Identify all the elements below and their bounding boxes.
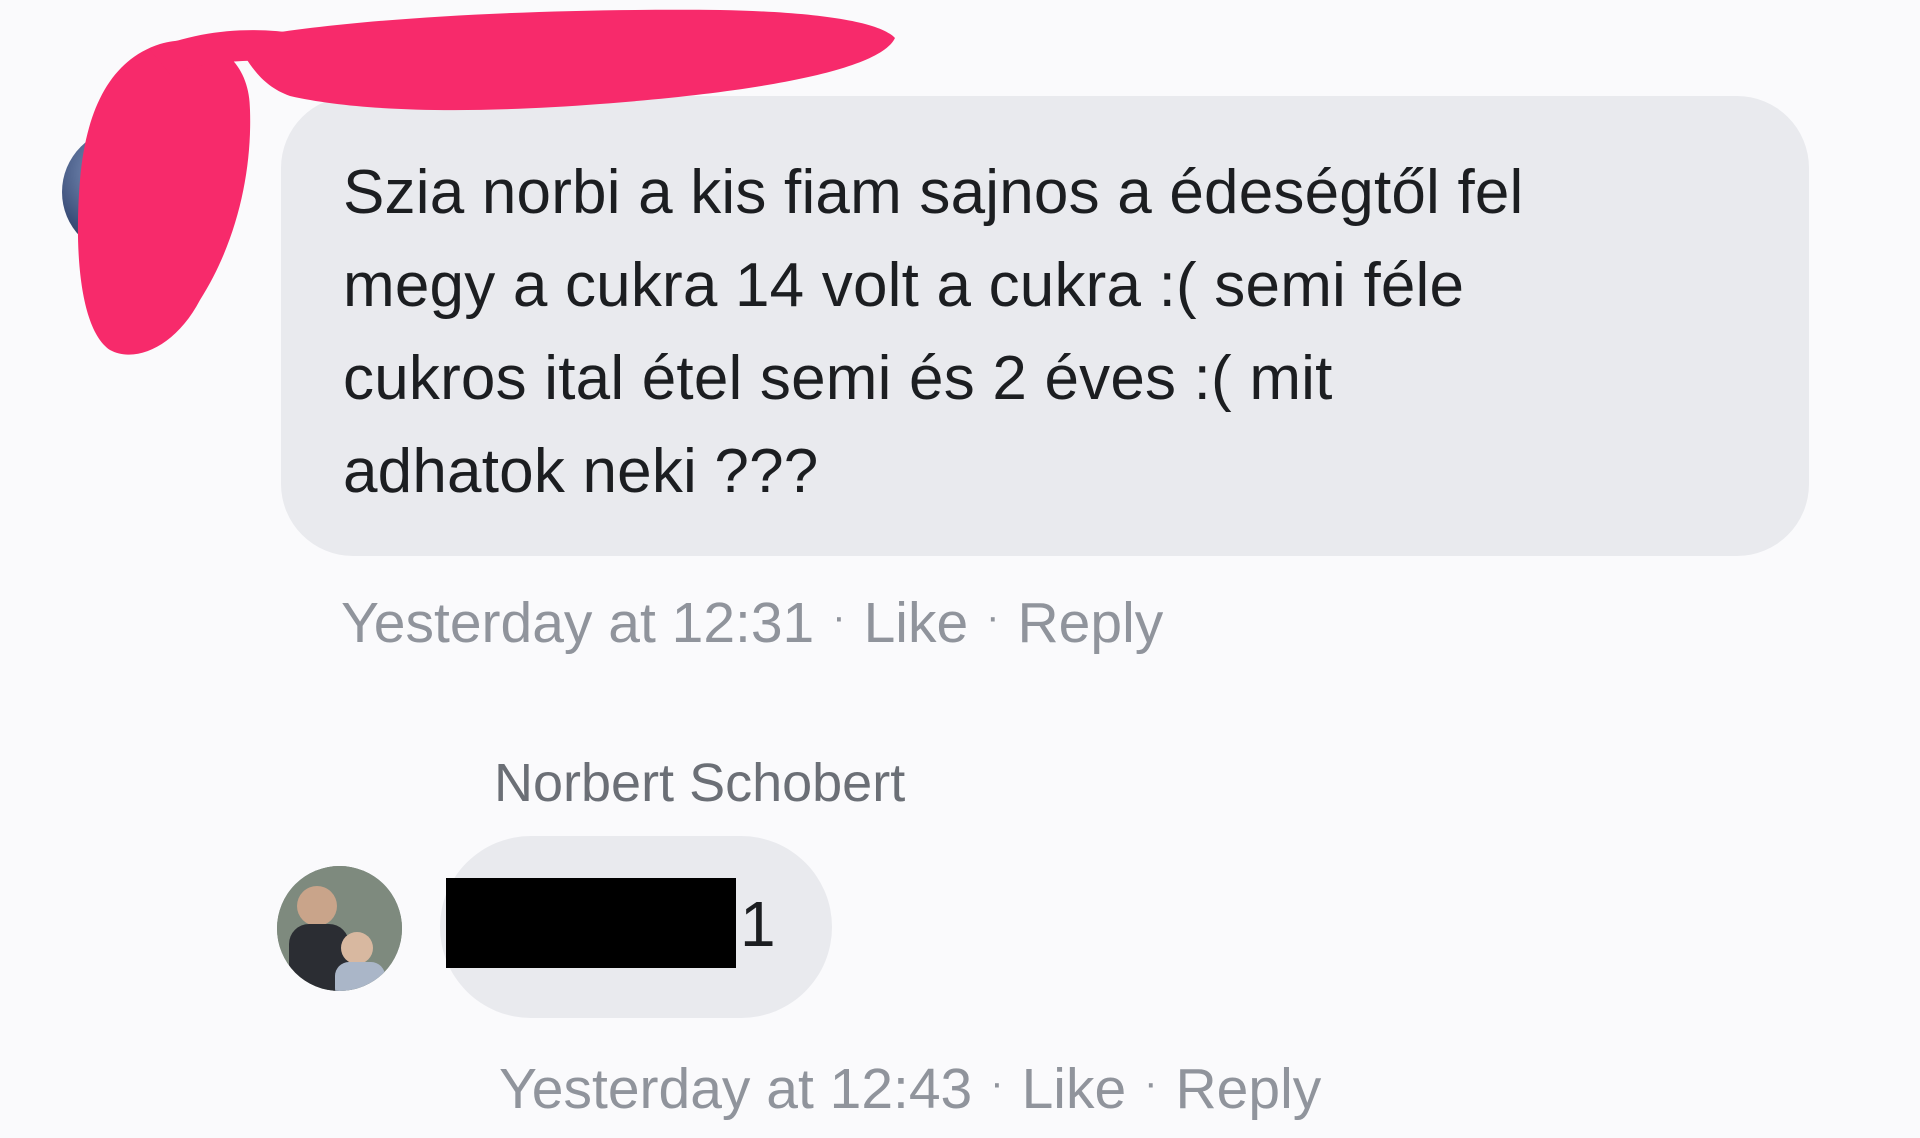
comment-text: Szia norbi a kis fiam sajnos a édeségtől… bbox=[343, 158, 1524, 506]
comment-bubble: Szia norbi a kis fiam sajnos a édeségtől… bbox=[281, 96, 1809, 556]
reply-reply-link[interactable]: Reply bbox=[1176, 1056, 1322, 1122]
reply-meta: Yesterday at 12:43 · Like · Reply bbox=[499, 1056, 1321, 1122]
avatar-photo bbox=[277, 866, 402, 991]
avatar-body-child bbox=[335, 962, 385, 991]
reply-timestamp[interactable]: Yesterday at 12:43 bbox=[499, 1056, 972, 1122]
comment-like-link[interactable]: Like bbox=[864, 590, 969, 656]
commenter-avatar[interactable] bbox=[62, 128, 190, 256]
meta-separator: · bbox=[832, 594, 846, 639]
reply-redaction-box bbox=[446, 878, 736, 968]
reply-author-avatar[interactable] bbox=[277, 866, 402, 991]
avatar-head-main bbox=[297, 886, 337, 926]
redaction-stroke-connector bbox=[150, 30, 300, 75]
reply-like-link[interactable]: Like bbox=[1022, 1056, 1127, 1122]
reply-text: 1 bbox=[740, 888, 776, 960]
reply-author-name[interactable]: Norbert Schobert bbox=[494, 752, 905, 814]
comment-reply-link[interactable]: Reply bbox=[1018, 590, 1164, 656]
comment-timestamp[interactable]: Yesterday at 12:31 bbox=[341, 590, 814, 656]
comment-meta: Yesterday at 12:31 · Like · Reply bbox=[341, 590, 1163, 656]
meta-separator: · bbox=[986, 594, 1000, 639]
meta-separator: · bbox=[990, 1060, 1004, 1105]
avatar-head-child bbox=[341, 932, 373, 964]
meta-separator: · bbox=[1144, 1060, 1158, 1105]
